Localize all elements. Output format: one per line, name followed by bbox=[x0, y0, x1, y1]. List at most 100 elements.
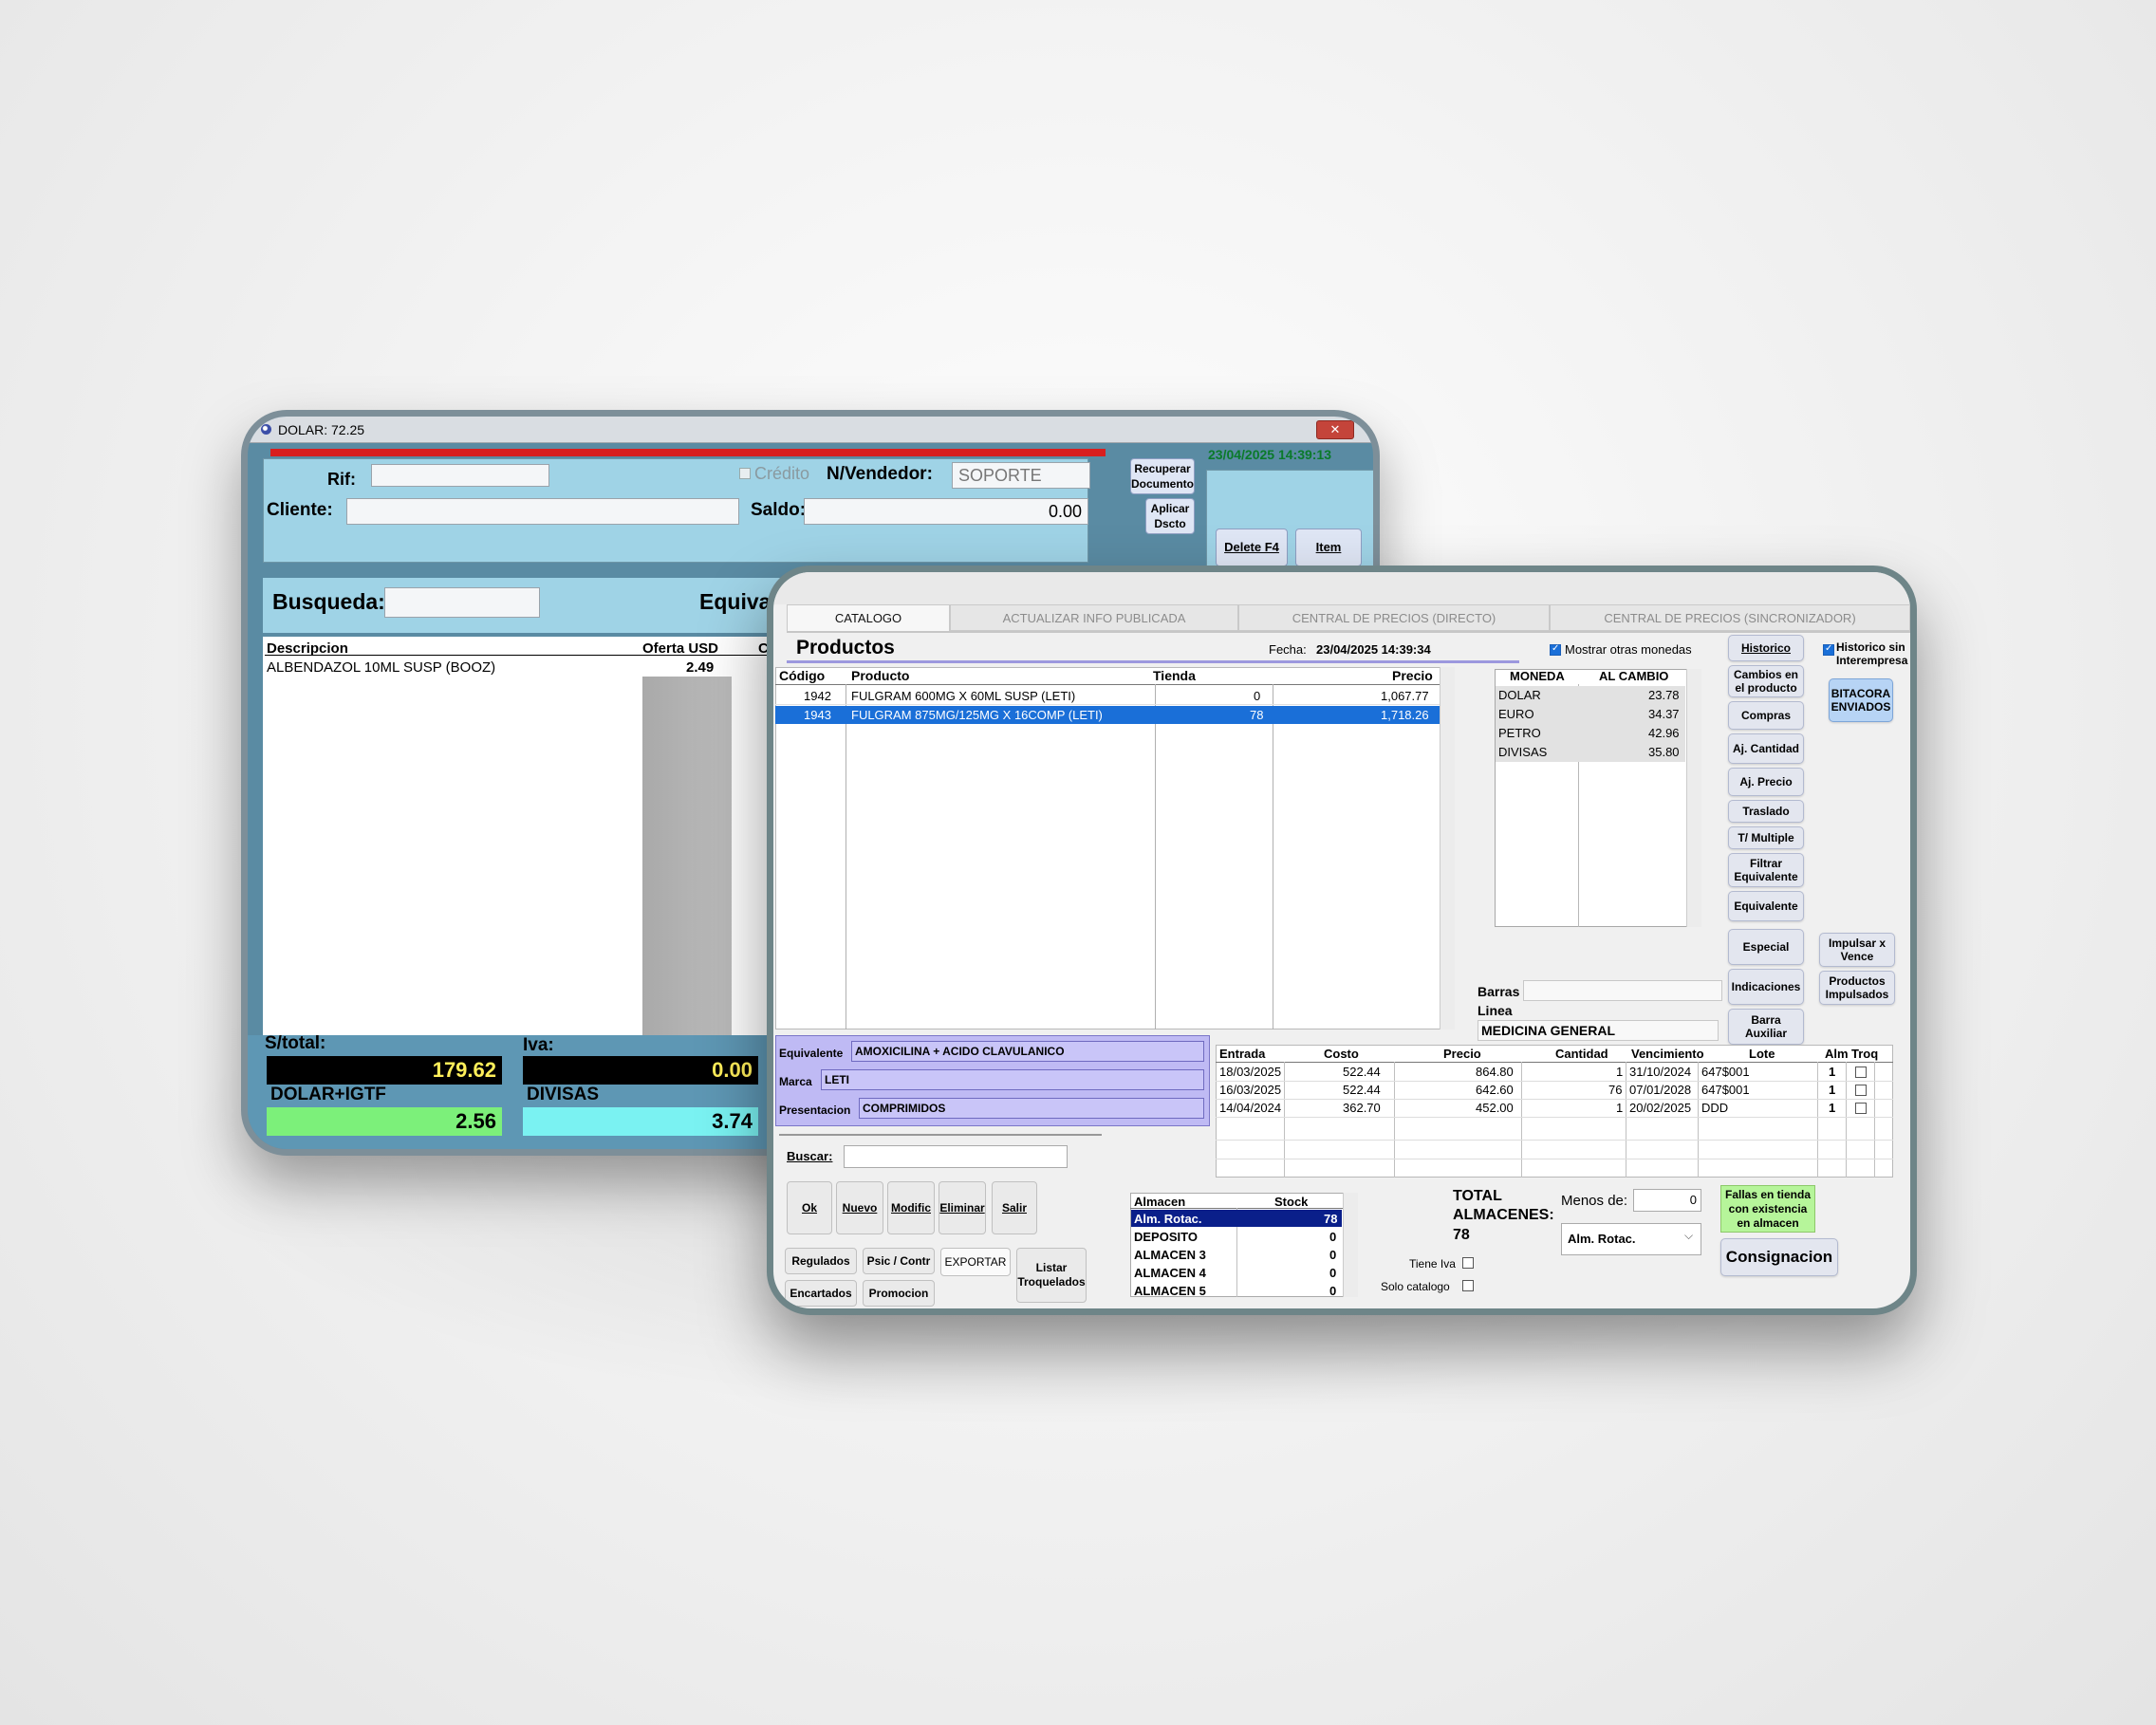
exportar-button[interactable]: EXPORTAR bbox=[940, 1248, 1011, 1276]
catalog-window: CATALOGO ACTUALIZAR INFO PUBLICADA CENTR… bbox=[767, 566, 1917, 1315]
productos-impulsados-button[interactable]: Productos Impulsados bbox=[1819, 971, 1895, 1005]
col-cantidad: Cantidad bbox=[1555, 1047, 1608, 1061]
listar-troquelados-button[interactable]: Listar Troquelados bbox=[1016, 1248, 1087, 1303]
col-precio-entrada: Precio bbox=[1443, 1047, 1481, 1061]
tab-central-directo[interactable]: CENTRAL DE PRECIOS (DIRECTO) bbox=[1238, 604, 1550, 631]
almacen-nombre[interactable]: DEPOSITO bbox=[1134, 1230, 1198, 1244]
entry-troq-checkbox[interactable] bbox=[1855, 1067, 1867, 1078]
col-descripcion: Descripcion bbox=[267, 640, 348, 657]
psic-contr-button[interactable]: Psic / Contr bbox=[863, 1248, 935, 1274]
vendedor-label: N/Vendedor: bbox=[827, 464, 933, 484]
aplicar-dscto-button[interactable]: Aplicar Dscto bbox=[1145, 498, 1195, 534]
entry-entrada[interactable]: 14/04/2024 bbox=[1219, 1101, 1281, 1115]
presentacion-field[interactable]: COMPRIMIDOS bbox=[859, 1098, 1204, 1119]
col-al-cambio: AL CAMBIO bbox=[1599, 669, 1669, 683]
entries-hline bbox=[1216, 1081, 1893, 1082]
entry-vencimiento: 07/01/2028 bbox=[1629, 1083, 1692, 1097]
col-oferta: Oferta USD bbox=[642, 640, 719, 657]
grid-scrollbar[interactable] bbox=[1440, 667, 1455, 1029]
filtrar-equivalente-button[interactable]: Filtrar Equivalente bbox=[1728, 853, 1804, 887]
historico-sin-checkbox[interactable] bbox=[1823, 643, 1834, 656]
row-oferta[interactable]: 2.49 bbox=[686, 659, 714, 676]
fecha-label: Fecha: bbox=[1269, 642, 1307, 657]
tab-central-sincronizador[interactable]: CENTRAL DE PRECIOS (SINCRONIZADOR) bbox=[1550, 604, 1910, 631]
modific-button[interactable]: Modific bbox=[887, 1181, 935, 1234]
col-tienda: Tienda bbox=[1153, 668, 1196, 683]
saldo-input[interactable]: 0.00 bbox=[804, 498, 1088, 525]
entry-lote: 647$001 bbox=[1701, 1083, 1750, 1097]
promocion-button[interactable]: Promocion bbox=[863, 1280, 935, 1307]
entry-alm: 1 bbox=[1829, 1083, 1836, 1097]
consignacion-button[interactable]: Consignacion bbox=[1720, 1238, 1838, 1276]
especial-button[interactable]: Especial bbox=[1728, 929, 1804, 965]
entry-troq-checkbox[interactable] bbox=[1855, 1103, 1867, 1114]
currency-scrollbar[interactable] bbox=[1686, 669, 1701, 927]
credito-label: Crédito bbox=[754, 464, 810, 483]
recuperar-documento-button[interactable]: Recuperar Documento bbox=[1130, 458, 1195, 494]
cliente-input[interactable] bbox=[346, 498, 739, 525]
solo-catalogo-checkbox[interactable] bbox=[1462, 1280, 1474, 1291]
equivalente-field[interactable]: AMOXICILINA + ACIDO CLAVULANICO bbox=[851, 1041, 1204, 1062]
nuevo-button[interactable]: Nuevo bbox=[836, 1181, 883, 1234]
historico-button[interactable]: Historico bbox=[1728, 635, 1804, 661]
product-precio: 1,067.77 bbox=[1381, 689, 1429, 703]
vendedor-input[interactable]: SOPORTE bbox=[952, 462, 1090, 489]
currency-name: DIVISAS bbox=[1498, 745, 1548, 759]
barra-auxiliar-button[interactable]: Barra Auxiliar bbox=[1728, 1009, 1804, 1045]
buscar-input[interactable] bbox=[844, 1145, 1068, 1168]
almacen-nombre[interactable]: ALMACEN 5 bbox=[1134, 1284, 1206, 1298]
menos-de-input[interactable]: 0 bbox=[1633, 1189, 1701, 1212]
linea-value[interactable]: MEDICINA GENERAL bbox=[1478, 1020, 1719, 1041]
pos-datetime: 23/04/2025 14:39:13 bbox=[1208, 447, 1331, 462]
iva-value: 0.00 bbox=[523, 1056, 758, 1085]
cambios-producto-button[interactable]: Cambios en el producto bbox=[1728, 665, 1804, 697]
presentacion-label: Presentacion bbox=[779, 1104, 851, 1117]
tab-actualizar[interactable]: ACTUALIZAR INFO PUBLICADA bbox=[950, 604, 1238, 631]
almacen-scrollbar[interactable] bbox=[1343, 1193, 1358, 1297]
buscar-divider bbox=[779, 1134, 1102, 1136]
cliente-label: Cliente: bbox=[267, 500, 333, 520]
entry-entrada[interactable]: 16/03/2025 bbox=[1219, 1083, 1281, 1097]
aj-cantidad-button[interactable]: Aj. Cantidad bbox=[1728, 733, 1804, 764]
entry-troq-checkbox[interactable] bbox=[1855, 1085, 1867, 1096]
almacen-nombre[interactable]: ALMACEN 4 bbox=[1134, 1266, 1206, 1280]
chevron-down-icon[interactable]: ⌵ bbox=[1684, 1229, 1693, 1243]
compras-button[interactable]: Compras bbox=[1728, 701, 1804, 730]
indicaciones-button[interactable]: Indicaciones bbox=[1728, 969, 1804, 1005]
buscar-label-text: Buscar: bbox=[787, 1149, 833, 1163]
ok-button[interactable]: Ok bbox=[787, 1181, 832, 1234]
regulados-button[interactable]: Regulados bbox=[785, 1248, 857, 1274]
rif-input[interactable] bbox=[371, 464, 549, 487]
entries-vline bbox=[1698, 1062, 1699, 1178]
salir-button[interactable]: Salir bbox=[992, 1181, 1037, 1234]
barras-input[interactable] bbox=[1523, 980, 1722, 1001]
delete-f4-button[interactable]: Delete F4 bbox=[1216, 529, 1288, 566]
aj-precio-button[interactable]: Aj. Precio bbox=[1728, 768, 1804, 796]
row-descripcion[interactable]: ALBENDAZOL 10ML SUSP (BOOZ) bbox=[267, 659, 495, 676]
bitacora-enviados-button[interactable]: BITACORA ENVIADOS bbox=[1829, 678, 1893, 722]
entry-precio: 642.60 bbox=[1476, 1083, 1514, 1097]
busqueda-input[interactable] bbox=[384, 587, 540, 618]
tab-divider bbox=[787, 631, 1910, 633]
tiene-iva-checkbox[interactable] bbox=[1462, 1257, 1474, 1269]
equivalente-button[interactable]: Equivalente bbox=[1728, 891, 1804, 921]
entry-entrada[interactable]: 18/03/2025 bbox=[1219, 1065, 1281, 1079]
close-icon[interactable]: ✕ bbox=[1316, 420, 1354, 439]
t-multiple-button[interactable]: T/ Multiple bbox=[1728, 826, 1804, 849]
almacen-select[interactable]: Alm. Rotac. bbox=[1561, 1223, 1701, 1255]
almacen-nombre[interactable]: ALMACEN 3 bbox=[1134, 1248, 1206, 1262]
credito-checkbox[interactable] bbox=[739, 468, 751, 479]
marca-field[interactable]: LETI bbox=[821, 1069, 1204, 1090]
entries-vline bbox=[1874, 1062, 1875, 1178]
traslado-button[interactable]: Traslado bbox=[1728, 800, 1804, 823]
fallas-tienda-note[interactable]: Fallas en tienda con existencia en almac… bbox=[1720, 1185, 1815, 1233]
historico-sin-label: Historico sin Interempresa bbox=[1836, 640, 1908, 667]
item-button[interactable]: Item bbox=[1295, 529, 1362, 566]
eliminar-button[interactable]: Eliminar bbox=[939, 1181, 986, 1234]
tab-catalogo[interactable]: CATALOGO bbox=[787, 604, 950, 631]
entry-lote: 647$001 bbox=[1701, 1065, 1750, 1079]
entries-vline bbox=[1521, 1062, 1522, 1178]
impulsar-vence-button[interactable]: Impulsar x Vence bbox=[1819, 933, 1895, 967]
encartados-button[interactable]: Encartados bbox=[785, 1280, 857, 1307]
mostrar-monedas-checkbox[interactable] bbox=[1550, 643, 1561, 656]
